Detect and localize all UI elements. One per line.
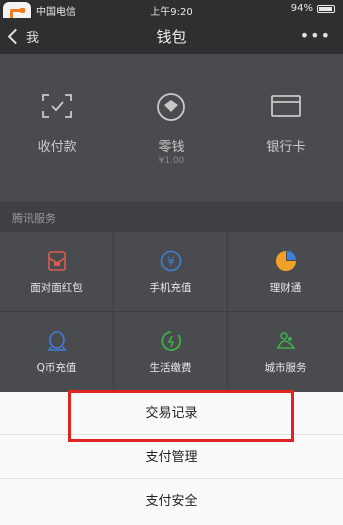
battery-percent: 94% bbox=[290, 3, 313, 14]
service-label: 生活缴费 bbox=[149, 362, 192, 374]
service-red-packet[interactable]: 面对面红包 bbox=[0, 232, 114, 312]
service-label: Q币充值 bbox=[36, 362, 77, 374]
sheet-option-payment-security[interactable]: 支付安全 bbox=[0, 480, 343, 523]
status-bar: 中国电信 上午9:20 94% bbox=[0, 0, 343, 18]
svg-text:¥: ¥ bbox=[167, 255, 175, 269]
page-title: 钱包 bbox=[156, 28, 187, 46]
phone-recharge-icon: ¥ bbox=[160, 250, 181, 272]
service-qcoin[interactable]: Q币充值 bbox=[0, 312, 114, 392]
more-button[interactable]: ••• bbox=[300, 26, 331, 45]
wallet-item-change[interactable]: 零钱 ¥1.00 bbox=[114, 54, 228, 202]
red-packet-icon bbox=[47, 251, 66, 271]
utility-payment-icon bbox=[160, 331, 181, 351]
qcoin-icon bbox=[47, 331, 66, 351]
sheet-option-payment-management[interactable]: 支付管理 bbox=[0, 436, 343, 479]
service-phone-recharge[interactable]: ¥ 手机充值 bbox=[114, 232, 228, 312]
services-grid: 面对面红包 ¥ 手机充值 理财通 Q币充值 生活缴费 城市服务 bbox=[0, 232, 343, 392]
bank-card-icon bbox=[270, 95, 301, 117]
service-label: 面对面红包 bbox=[30, 282, 83, 294]
wealth-icon bbox=[275, 251, 296, 271]
wallet-functions: 收付款 零钱 ¥1.00 银行卡 bbox=[0, 54, 343, 202]
wallet-item-bank-card[interactable]: 银行卡 bbox=[229, 54, 343, 202]
service-label: 城市服务 bbox=[264, 362, 307, 374]
service-utility[interactable]: 生活缴费 bbox=[114, 312, 228, 392]
change-coin-icon bbox=[157, 93, 186, 121]
city-services-icon bbox=[276, 332, 296, 349]
service-city[interactable]: 城市服务 bbox=[228, 312, 343, 392]
section-header: 腾讯服务 bbox=[0, 202, 343, 232]
wallet-item-pay[interactable]: 收付款 bbox=[0, 54, 114, 202]
service-label: 手机充值 bbox=[149, 282, 192, 294]
section-title: 腾讯服务 bbox=[12, 212, 56, 225]
wallet-item-label: 银行卡 bbox=[266, 140, 306, 155]
wallet-item-label: 零钱 bbox=[158, 140, 185, 155]
battery-icon bbox=[317, 4, 335, 13]
status-right: 94% bbox=[291, 3, 335, 14]
scan-pay-icon bbox=[42, 94, 73, 118]
change-balance: ¥1.00 bbox=[158, 156, 185, 166]
wallet-item-label: 收付款 bbox=[37, 140, 77, 155]
service-label: 理财通 bbox=[269, 282, 302, 294]
highlight-box bbox=[68, 390, 294, 442]
nav-bar: 我 钱包 ••• bbox=[0, 18, 343, 54]
service-wealth[interactable]: 理财通 bbox=[228, 232, 343, 312]
